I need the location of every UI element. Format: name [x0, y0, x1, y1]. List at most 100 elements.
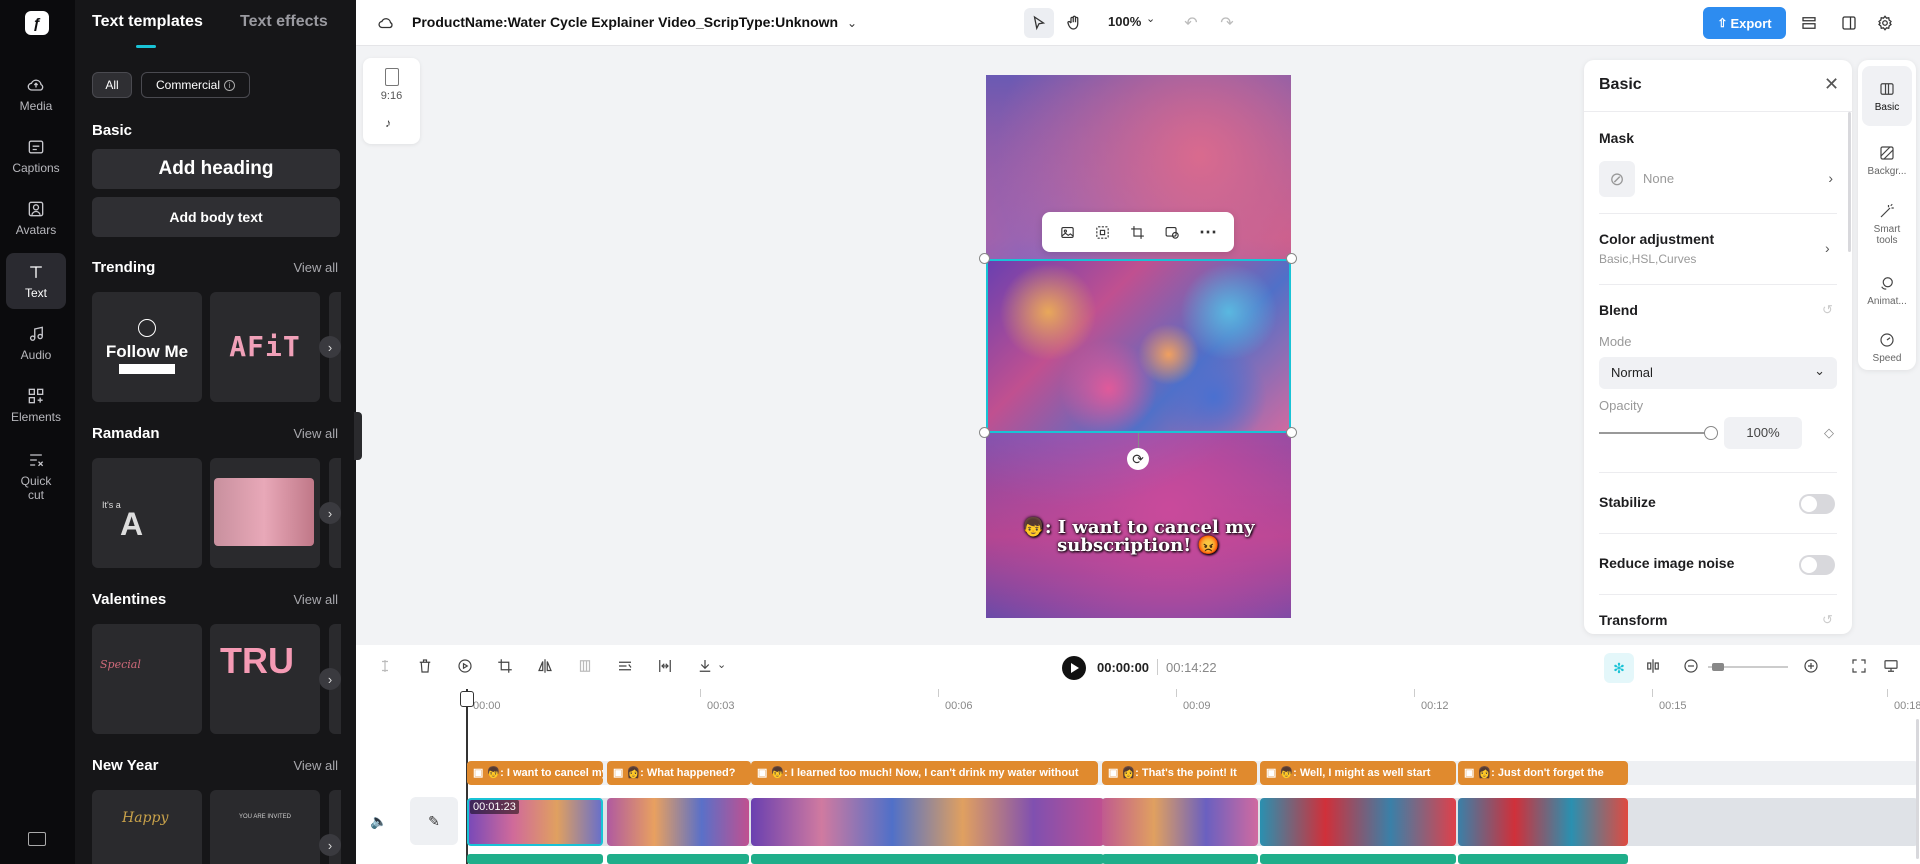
replace-clip-icon[interactable] [456, 657, 476, 677]
template-card[interactable]: Special [92, 624, 202, 734]
view-all-new-year[interactable]: View all [293, 758, 338, 773]
rail-item-text[interactable]: Text [6, 253, 66, 309]
template-card[interactable]: TRU [210, 624, 320, 734]
template-card[interactable]: Happy [92, 790, 202, 864]
redo-icon[interactable]: ↷ [1213, 9, 1241, 37]
fullscreen-icon[interactable] [1850, 657, 1870, 677]
timeline-ruler[interactable]: 00:00 00:03 00:06 00:09 00:12 00:15 00:18 [356, 689, 1920, 719]
resize-handle[interactable] [979, 427, 990, 438]
zoom-level[interactable]: 100% [1108, 14, 1141, 29]
flip-icon[interactable] [536, 657, 556, 677]
view-all-trending[interactable]: View all [293, 260, 338, 275]
template-card[interactable]: It's a A [92, 458, 202, 568]
split-screen-icon[interactable] [1644, 657, 1664, 677]
strip-item-smart-tools[interactable]: Smart tools [1862, 187, 1912, 261]
undo-icon[interactable]: ↶ [1177, 9, 1205, 37]
template-card[interactable] [210, 458, 320, 568]
caption-segment[interactable]: ▣ 👩: What happened? [607, 761, 751, 785]
stabilize-toggle[interactable] [1799, 494, 1835, 514]
cloud-save-icon[interactable] [372, 9, 400, 37]
panel-collapse-handle[interactable] [354, 412, 362, 460]
freeze-icon[interactable] [576, 657, 596, 677]
audio-clip-segment[interactable] [467, 854, 603, 864]
opacity-input[interactable]: 100% [1724, 417, 1802, 449]
zoom-chevron-icon[interactable]: ⌄ [1146, 12, 1155, 25]
reset-icon[interactable]: ↺ [1822, 612, 1833, 628]
rail-item-elements[interactable]: Elements [6, 377, 66, 433]
reduce-noise-toggle[interactable] [1799, 555, 1835, 575]
rail-item-audio[interactable]: Audio [6, 315, 66, 371]
edit-cover-icon[interactable]: ✎ [410, 797, 458, 845]
timeline-scrollbar[interactable] [1916, 719, 1919, 859]
select-tool-icon[interactable] [1024, 8, 1054, 38]
add-body-text-button[interactable]: Add body text [92, 197, 340, 237]
settings-gear-icon[interactable] [1871, 9, 1899, 37]
resize-handle[interactable] [1286, 427, 1297, 438]
keyboard-icon[interactable] [28, 832, 46, 846]
auto-snap-icon[interactable]: ✻ [1604, 653, 1634, 683]
close-icon[interactable]: ✕ [1824, 74, 1839, 95]
tab-text-templates[interactable]: Text templates [92, 13, 203, 31]
chevron-right-icon[interactable]: › [319, 502, 341, 524]
zoom-in-icon[interactable] [1802, 657, 1822, 677]
keyframe-diamond-icon[interactable]: ◇ [1824, 425, 1834, 441]
crop-icon[interactable] [1129, 224, 1146, 241]
zoom-out-icon[interactable] [1682, 657, 1702, 677]
audio-clip-segment[interactable] [1458, 854, 1628, 864]
template-card[interactable]: YOU ARE INVITED [210, 790, 320, 864]
opacity-slider-thumb[interactable] [1704, 426, 1718, 440]
props-scrollbar[interactable] [1848, 112, 1851, 252]
view-all-ramadan[interactable]: View all [293, 426, 338, 441]
video-clip-segment[interactable] [607, 798, 749, 846]
resize-handle[interactable] [979, 253, 990, 264]
adjust-icon[interactable] [616, 657, 636, 677]
remove-background-icon[interactable] [1094, 224, 1111, 241]
chevron-down-icon[interactable]: ⌄ [838, 9, 866, 37]
strip-item-animation[interactable]: Animat... [1862, 260, 1912, 320]
hand-tool-icon[interactable] [1060, 9, 1088, 37]
chevron-right-icon[interactable]: › [1825, 240, 1830, 256]
selected-clip-frame[interactable] [986, 259, 1291, 433]
strip-item-speed[interactable]: Speed [1862, 317, 1912, 377]
video-clip-segment[interactable] [1260, 798, 1456, 846]
mask-selector[interactable]: ⊘ None › [1599, 161, 1837, 197]
play-button[interactable] [1062, 656, 1086, 680]
export-button[interactable]: ⇧ Export [1703, 7, 1786, 39]
blend-mode-select[interactable]: Normal ⌄ [1599, 357, 1837, 389]
split-icon[interactable] [376, 657, 396, 677]
chevron-right-icon[interactable]: › [319, 668, 341, 690]
speaker-icon[interactable]: 🔈 [370, 813, 387, 830]
download-icon[interactable] [696, 657, 716, 677]
rail-item-avatars[interactable]: Avatars [6, 190, 66, 246]
rail-item-captions[interactable]: Captions [6, 128, 66, 184]
layout-panel-icon[interactable] [1835, 9, 1863, 37]
video-clip-segment[interactable] [1102, 798, 1258, 846]
color-adjustment-label[interactable]: Color adjustment [1599, 231, 1714, 247]
layers-icon[interactable] [1795, 9, 1823, 37]
app-logo-icon[interactable]: ƒ [25, 11, 49, 35]
video-caption-overlay[interactable]: 👦: I want to cancel my subscription! 😡 [1000, 519, 1277, 555]
add-heading-button[interactable]: Add heading [92, 149, 340, 189]
strip-item-basic[interactable]: Basic [1862, 66, 1912, 126]
timeline-zoom-thumb[interactable] [1712, 663, 1724, 671]
caption-segment[interactable]: ▣ 👩: That's the point! It [1102, 761, 1257, 785]
opacity-slider-track[interactable] [1599, 432, 1711, 434]
tab-text-effects[interactable]: Text effects [240, 13, 328, 31]
project-title[interactable]: ProductName:Water Cycle Explainer Video_… [412, 14, 838, 30]
template-card[interactable]: AFiT [210, 292, 320, 402]
rail-item-quick-cut[interactable]: Quick cut [6, 443, 66, 509]
chevron-down-icon[interactable]: ⌄ [717, 658, 726, 671]
aspect-ratio-selector[interactable]: 9:16 ♪ [363, 58, 420, 144]
delete-icon[interactable] [416, 657, 436, 677]
preview-mode-icon[interactable] [1882, 657, 1902, 677]
audio-clip-segment[interactable] [751, 854, 1104, 864]
crop-clip-icon[interactable] [496, 657, 516, 677]
caption-segment[interactable]: ▣ 👦: I want to cancel my subscription! [467, 761, 603, 785]
view-all-valentines[interactable]: View all [293, 592, 338, 607]
chevron-right-icon[interactable]: › [319, 834, 341, 856]
caption-segment[interactable]: ▣ 👦: Well, I might as well start [1260, 761, 1456, 785]
strip-item-background[interactable]: Backgr... [1862, 130, 1912, 190]
video-clip-segment[interactable] [751, 798, 1104, 846]
caption-segment[interactable]: ▣ 👩: Just don't forget the [1458, 761, 1628, 785]
audio-clip-segment[interactable] [1260, 854, 1456, 864]
